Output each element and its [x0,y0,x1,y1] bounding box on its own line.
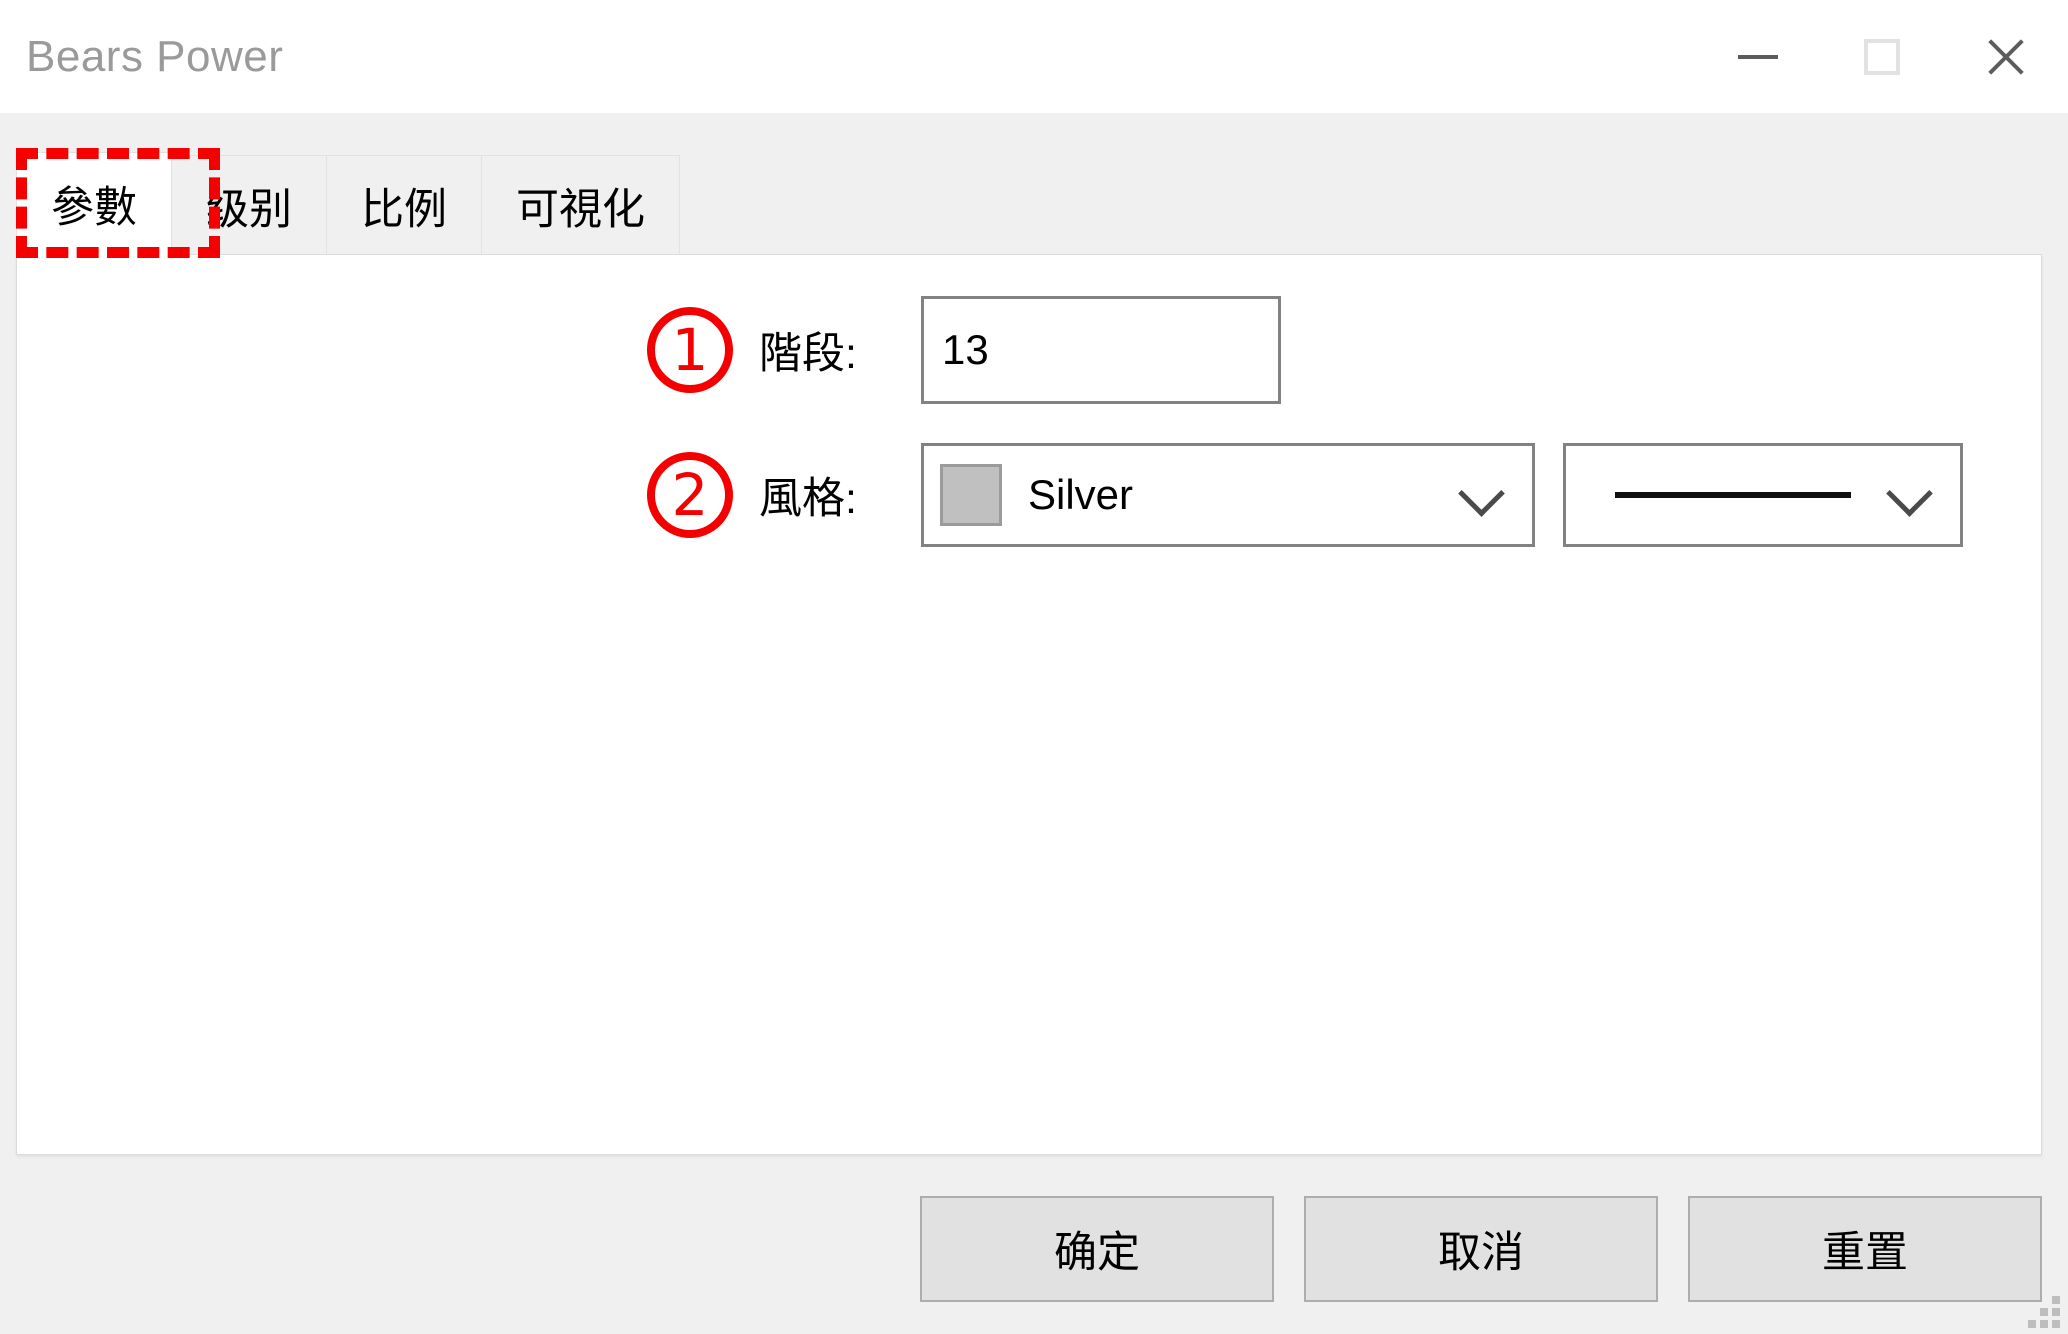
maximize-button[interactable] [1820,0,1944,113]
line-style-sample-icon [1615,492,1851,498]
dialog-button-row: 确定 取消 重置 [0,1196,2068,1302]
tab-label: 比例 [361,185,447,234]
close-icon [1983,34,2029,80]
style-label: 風格: [759,475,857,523]
color-swatch [940,464,1002,526]
cancel-button[interactable]: 取消 [1304,1196,1658,1302]
tab-scale[interactable]: 比例 [326,155,482,255]
annotation-badge-2: 2 [647,452,733,538]
resize-grip-icon[interactable] [2026,1294,2060,1328]
chevron-down-icon [1458,470,1505,517]
tab-content-panel: 1 階段: 13 2 風格: Silver [16,254,2042,1155]
window-title: Bears Power [26,31,284,81]
minimize-icon [1738,54,1778,59]
chevron-down-icon [1886,470,1933,517]
period-row: 1 階段: 13 [647,295,1281,405]
period-input-value: 13 [942,326,989,373]
maximize-icon [1864,38,1900,75]
color-select[interactable]: Silver [921,443,1535,547]
minimize-button[interactable] [1696,0,1820,113]
window-controls [1696,0,2068,113]
tab-levels[interactable]: 级别 [171,155,327,255]
tab-strip: 參數 级别 比例 可視化 [16,152,680,255]
period-label: 階段: [759,330,857,378]
reset-button[interactable]: 重置 [1688,1196,2042,1302]
tab-label: 參數 [51,184,137,232]
ok-button[interactable]: 确定 [920,1196,1274,1302]
window-titlebar: Bears Power [0,0,2068,113]
tab-visualization[interactable]: 可視化 [481,155,680,255]
color-select-value: Silver [1028,471,1134,518]
tab-label: 级别 [206,185,292,234]
tab-parameters[interactable]: 參數 [16,152,172,255]
period-input[interactable]: 13 [921,296,1281,404]
close-button[interactable] [1944,0,2068,113]
line-style-select[interactable] [1563,443,1963,547]
annotation-badge-1: 1 [647,307,733,393]
tab-label: 可視化 [516,185,645,234]
style-row: 2 風格: Silver [647,440,1963,550]
